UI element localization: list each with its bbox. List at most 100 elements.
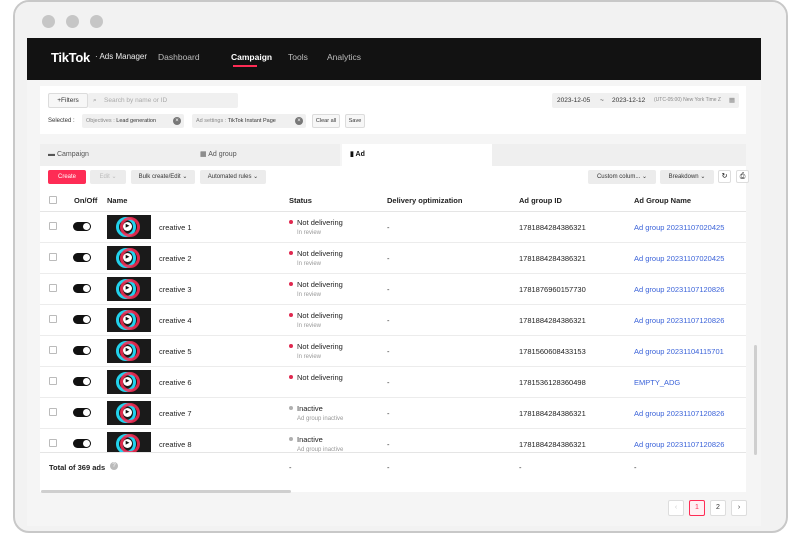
table-row[interactable]: ▶ creative 7 Inactive Ad group inactive - 178… [40, 398, 746, 429]
ad-group-name-link[interactable]: Ad group 20231107020425 [634, 254, 724, 263]
close-icon[interactable]: × [295, 117, 303, 125]
table-row[interactable]: ▶ creative 6 Not delivering - 17815361283604… [40, 367, 746, 398]
col-onoff: On/Off [74, 196, 98, 205]
search-input[interactable]: ⌕ Search by name or ID [88, 93, 238, 108]
ad-group-name-link[interactable]: Ad group 20231107120826 [634, 440, 724, 449]
ad-group-name-link[interactable]: Ad group 20231107120826 [634, 285, 724, 294]
ad-settings-chip[interactable]: Ad settings : TikTok Instant Page × [192, 114, 306, 128]
ad-name[interactable]: creative 7 [159, 409, 192, 418]
creative-thumbnail[interactable]: ▶ [107, 308, 151, 332]
refresh-icon[interactable]: ↻ [718, 170, 731, 183]
table-row[interactable]: ▶ creative 2 Not delivering In review - 17818… [40, 243, 746, 274]
creative-thumbnail[interactable]: ▶ [107, 339, 151, 363]
on-off-toggle[interactable] [73, 315, 91, 324]
row-checkbox[interactable] [49, 377, 57, 385]
custom-columns-button[interactable]: Custom colum... ⌄ [588, 170, 656, 184]
on-off-toggle[interactable] [73, 408, 91, 417]
row-checkbox[interactable] [49, 439, 57, 447]
table-row[interactable]: ▶ creative 4 Not delivering In review - 17818… [40, 305, 746, 336]
nav-campaign[interactable]: Campaign [231, 52, 272, 62]
row-checkbox[interactable] [49, 284, 57, 292]
creative-thumbnail[interactable]: ▶ [107, 215, 151, 239]
footer-opt-dash: - [387, 463, 390, 472]
rules-label: Automated rules [207, 174, 252, 180]
on-off-toggle[interactable] [73, 439, 91, 448]
window-maximize-dot[interactable] [90, 15, 103, 28]
filters-button[interactable]: +Filters [48, 93, 88, 108]
date-range-picker[interactable]: 2023-12-05 ~ 2023-12-12 (UTC-05:00) New … [552, 93, 739, 108]
status-subtext: Ad group inactive [297, 416, 344, 422]
ad-group-name-link[interactable]: Ad group 20231107020425 [634, 223, 724, 232]
window-close-dot[interactable] [42, 15, 55, 28]
table-row[interactable]: ▶ creative 1 Not delivering In review - 17818… [40, 212, 746, 243]
close-icon[interactable]: × [173, 117, 181, 125]
prev-page-button[interactable]: ‹ [668, 500, 684, 516]
row-checkbox[interactable] [49, 222, 57, 230]
nav-dashboard[interactable]: Dashboard [158, 52, 200, 62]
ad-group-name-link[interactable]: Ad group 20231107120826 [634, 409, 724, 418]
row-checkbox[interactable] [49, 408, 57, 416]
on-off-toggle[interactable] [73, 377, 91, 386]
horizontal-scrollbar[interactable] [41, 490, 291, 493]
on-off-toggle[interactable] [73, 284, 91, 293]
nav-tools[interactable]: Tools [288, 52, 308, 62]
tiktok-logo[interactable]: TikTok [51, 50, 90, 65]
page-2-button[interactable]: 2 [710, 500, 726, 516]
ad-group-name-link[interactable]: Ad group 20231107120826 [634, 316, 724, 325]
tab-campaign[interactable]: ▬ Campaign [40, 144, 190, 166]
on-off-toggle[interactable] [73, 253, 91, 262]
clear-all-button[interactable]: Clear all [312, 114, 340, 128]
creative-thumbnail[interactable]: ▶ [107, 401, 151, 425]
status-cell: Not delivering [289, 373, 343, 385]
status-cell: Not delivering In review [289, 342, 343, 360]
table-row[interactable]: ▶ creative 3 Not delivering In review - 17818… [40, 274, 746, 305]
ad-name[interactable]: creative 5 [159, 347, 192, 356]
on-off-toggle[interactable] [73, 346, 91, 355]
nav-analytics[interactable]: Analytics [327, 52, 361, 62]
objective-chip[interactable]: Objectives : Lead generation × [82, 114, 184, 128]
next-page-button[interactable]: › [731, 500, 747, 516]
tab-ad-group[interactable]: ▦ Ad group [190, 144, 340, 166]
tab-campaign-label: Campaign [56, 151, 89, 158]
automated-rules-button[interactable]: Automated rules ⌄ [200, 170, 266, 184]
ad-group-name-link[interactable]: EMPTY_ADG [634, 378, 680, 387]
window-minimize-dot[interactable] [66, 15, 79, 28]
ad-group-name-link[interactable]: Ad group 20231104115701 [634, 347, 724, 356]
ad-name[interactable]: creative 6 [159, 378, 192, 387]
on-off-toggle[interactable] [73, 222, 91, 231]
row-checkbox[interactable] [49, 346, 57, 354]
footer-name-dash: - [634, 463, 637, 472]
custom-columns-label: Custom colum... [596, 174, 641, 180]
creative-thumbnail[interactable]: ▶ [107, 277, 151, 301]
row-checkbox[interactable] [49, 253, 57, 261]
creative-thumbnail[interactable]: ▶ [107, 370, 151, 394]
play-icon: ▶ [123, 439, 132, 448]
creative-thumbnail[interactable]: ▶ [107, 432, 151, 452]
ad-name[interactable]: creative 8 [159, 440, 192, 449]
page-1-button[interactable]: 1 [689, 500, 705, 516]
filter-panel: +Filters ⌕ Search by name or ID Selected… [40, 86, 746, 134]
chevron-down-icon: ⌄ [182, 174, 188, 180]
creative-thumbnail[interactable]: ▶ [107, 246, 151, 270]
selected-label: Selected : [48, 118, 75, 124]
select-all-checkbox[interactable] [49, 196, 57, 204]
tab-ad[interactable]: ▮ Ad [342, 144, 492, 166]
play-icon: ▶ [123, 408, 132, 417]
vertical-scrollbar[interactable] [754, 345, 757, 455]
ad-name[interactable]: creative 4 [159, 316, 192, 325]
table-row[interactable]: ▶ creative 5 Not delivering In review - 17815… [40, 336, 746, 367]
ad-name[interactable]: creative 1 [159, 223, 192, 232]
table-footer: Total of 369 ads ? - - - - [40, 452, 746, 492]
breakdown-button[interactable]: Breakdown ⌄ [660, 170, 714, 184]
bulk-create-button[interactable]: Bulk create/Edit ⌄ [131, 170, 195, 184]
save-filter-button[interactable]: Save [345, 114, 365, 128]
ad-name[interactable]: creative 2 [159, 254, 192, 263]
export-icon[interactable]: ⎙ [736, 170, 749, 183]
info-icon[interactable]: ? [110, 462, 118, 470]
edit-button[interactable]: Edit ⌄ [90, 170, 126, 184]
row-checkbox[interactable] [49, 315, 57, 323]
ad-name[interactable]: creative 3 [159, 285, 192, 294]
table-row[interactable]: ▶ creative 8 Inactive Ad group inactive - 178… [40, 429, 746, 452]
delivery-optimization-value: - [387, 409, 390, 418]
create-button[interactable]: Create [48, 170, 86, 184]
